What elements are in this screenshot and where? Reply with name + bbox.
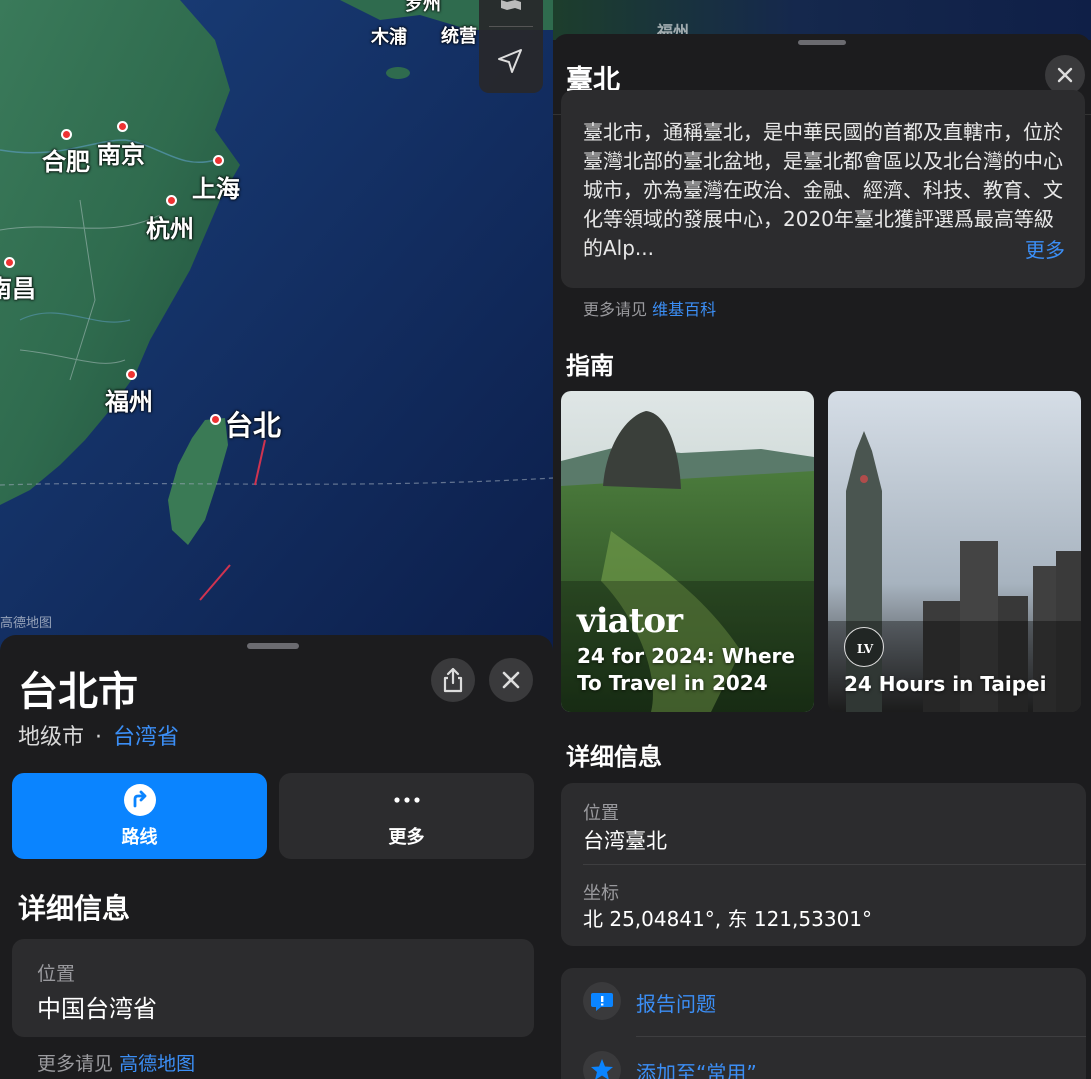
report-bubble-icon [583, 982, 621, 1020]
map-pin-taipei[interactable] [210, 414, 221, 425]
subtitle-separator: · [95, 725, 103, 750]
guide-card-viator[interactable]: viator 24 for 2024: Where To Travel in 2… [561, 391, 814, 712]
description-text: 臺北市，通稱臺北，是中華民國的首都及直轄市，位於臺灣北部的臺北盆地，是臺北都會區… [583, 120, 1063, 260]
close-button[interactable] [1045, 55, 1085, 95]
more-source-prefix: 更多请见 [37, 1053, 114, 1075]
location-value: 台湾臺北 [583, 829, 667, 853]
map-controls [479, 0, 543, 93]
viator-logo: viator [577, 601, 683, 641]
amap-link[interactable]: 高德地图 [119, 1053, 195, 1075]
location-label: 位置 [583, 803, 619, 824]
map-pin-fuzhou[interactable] [126, 369, 137, 380]
location-value: 中国台湾省 [37, 995, 157, 1023]
wikipedia-link[interactable]: 维基百科 [652, 300, 716, 319]
sheet-grabber[interactable] [798, 40, 846, 45]
description-card: 臺北市，通稱臺北，是中華民國的首都及直轄市，位於臺灣北部的臺北盆地，是臺北都會區… [561, 90, 1085, 288]
guides-heading: 指南 [566, 352, 614, 380]
lv-logo-icon: LV [857, 642, 874, 656]
wiki-sheet: 臺北 臺北市，通稱臺北，是中華民國的首都及直轄市，位於臺灣北部的臺北盆地，是臺北… [553, 34, 1091, 1079]
place-title: 台北市 [18, 669, 138, 715]
map-label-mupo: 木浦 [371, 27, 407, 48]
report-issue-row[interactable]: 报告问题 [561, 968, 1086, 1036]
star-icon [583, 1051, 621, 1079]
location-button[interactable] [479, 28, 543, 93]
map-label-hefei: 合肥 [42, 148, 90, 176]
map-label-taipei: 台北 [225, 409, 282, 442]
map-pin-nanjing[interactable] [117, 121, 128, 132]
map-label-tongyeong: 统营 [441, 26, 477, 47]
close-icon [1057, 67, 1073, 83]
map-label-shanghai: 上海 [192, 175, 240, 203]
place-sheet: 台北市 地级市 · 台湾省 路线 更多 详细信息 位置 中国台湾省 更多请见 高… [0, 635, 553, 1079]
guide-card-lv[interactable]: LV 24 Hours in Taipei [828, 391, 1081, 712]
location-label: 位置 [37, 963, 76, 985]
guide-caption: 24 Hours in Taipei [844, 672, 1047, 696]
route-label: 路线 [121, 827, 158, 848]
map-pin-nanchang[interactable] [4, 257, 15, 268]
location-arrow-icon [498, 49, 522, 73]
map-pin-hangzhou[interactable] [166, 195, 177, 206]
details-card: 位置 台湾臺北 坐标 北 25,04841°, 东 121,53301° [561, 783, 1086, 946]
guide-caption-line2: To Travel in 2024 [577, 671, 768, 695]
actions-card: 报告问题 添加至“常用” [561, 968, 1086, 1079]
ellipsis-icon [393, 797, 420, 803]
add-favorite-row[interactable]: 添加至“常用” [561, 1037, 1086, 1079]
map-label-nanchang: 南昌 [0, 275, 36, 303]
description-more-link[interactable]: 更多 [1019, 234, 1065, 263]
share-icon [443, 667, 463, 693]
coords-label: 坐标 [583, 883, 619, 904]
map-label-top-partial: 罗州 [405, 0, 441, 15]
report-issue-label: 报告问题 [636, 992, 716, 1016]
map-label-nanjing: 南京 [97, 141, 145, 169]
right-panel: 福州 臺北 臺北市，通稱臺北，是中華民國的首都及直轄市，位於臺灣北部的臺北盆地，… [553, 0, 1091, 1079]
map-label-fuzhou: 福州 [105, 388, 153, 416]
guide-caption-line1: 24 for 2024: Where [577, 644, 795, 668]
close-button[interactable] [489, 658, 533, 702]
map-terrain [0, 0, 553, 660]
map-mode-icon [501, 0, 521, 10]
route-icon [123, 784, 156, 816]
add-favorite-label: 添加至“常用” [636, 1061, 757, 1079]
map-mode-button[interactable] [479, 0, 543, 26]
map-controls-divider [489, 26, 533, 27]
left-panel: 合肥 南京 上海 杭州 南昌 福州 台北 木浦 统营 罗州 高德地图 台北市 [0, 0, 553, 1079]
map-attribution: 高德地图 [0, 616, 53, 631]
lv-badge: LV [844, 627, 884, 667]
map-pin-hefei[interactable] [61, 129, 72, 140]
details-divider [583, 864, 1086, 865]
sheet-grabber[interactable] [247, 643, 299, 649]
province-link[interactable]: 台湾省 [113, 725, 179, 750]
place-type: 地级市 [18, 725, 85, 750]
details-heading: 详细信息 [18, 892, 131, 925]
map-label-hangzhou: 杭州 [146, 215, 194, 243]
wiki-source: 更多请见 维基百科 [583, 296, 716, 320]
route-button[interactable]: 路线 [12, 773, 267, 859]
map-view[interactable]: 合肥 南京 上海 杭州 南昌 福州 台北 木浦 统营 罗州 高德地图 [0, 0, 553, 660]
more-source: 更多请见 高德地图 [37, 1049, 195, 1076]
map-pin-shanghai[interactable] [213, 155, 224, 166]
wiki-prefix: 更多请见 [583, 300, 648, 319]
share-button[interactable] [431, 658, 475, 702]
place-subtitle: 地级市 · 台湾省 [18, 719, 179, 751]
more-actions-button[interactable]: 更多 [279, 773, 534, 859]
details-heading: 详细信息 [566, 743, 662, 771]
svg-text:LV: LV [857, 642, 874, 656]
close-icon [502, 671, 520, 689]
coords-value: 北 25,04841°, 东 121,53301° [583, 907, 873, 931]
more-label: 更多 [388, 827, 425, 848]
location-card: 位置 中国台湾省 [12, 939, 534, 1037]
